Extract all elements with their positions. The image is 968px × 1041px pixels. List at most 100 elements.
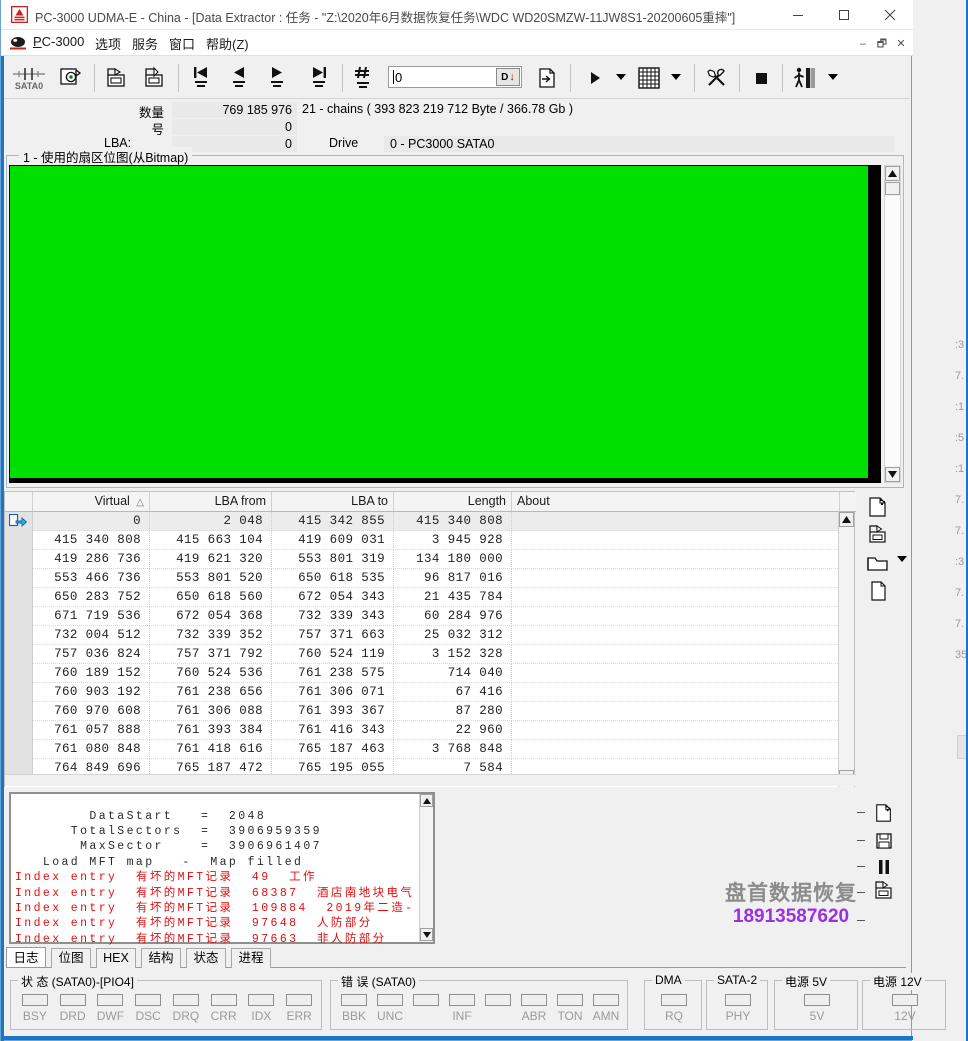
log-new-icon[interactable] bbox=[869, 800, 899, 826]
menu-item-help[interactable]: 帮助(Z) bbox=[206, 34, 249, 52]
blank-page-icon[interactable] bbox=[863, 577, 893, 605]
table-row[interactable]: 732 004 512 732 339 352 757 371 663 25 032 … bbox=[5, 626, 840, 645]
row-gutter[interactable] bbox=[5, 645, 33, 664]
table-row[interactable]: 671 719 536 672 054 368 732 339 343 60 284 … bbox=[5, 607, 840, 626]
table-side-toolbar[interactable] bbox=[859, 491, 909, 611]
table-row[interactable]: 760 903 192 761 238 656 761 306 071 67 416 bbox=[5, 683, 840, 702]
log-panel[interactable]: DataStart = 2048 TotalSectors = 39069593… bbox=[9, 792, 435, 946]
table-row[interactable]: 757 036 824 757 371 792 760 524 119 3 152 3… bbox=[5, 645, 840, 664]
sector-map-table[interactable]: Virtual △ LBA from LBA to Length About 0… bbox=[4, 491, 856, 787]
prev-sector-icon[interactable] bbox=[224, 61, 254, 95]
row-gutter[interactable] bbox=[5, 664, 33, 683]
bitmap-scroll-thumb[interactable] bbox=[885, 182, 900, 195]
drive-settings-icon[interactable] bbox=[54, 61, 86, 95]
sector-bitmap-canvas[interactable] bbox=[9, 165, 881, 483]
table-header-row[interactable]: Virtual △ LBA from LBA to Length About bbox=[5, 492, 856, 512]
first-sector-icon[interactable] bbox=[186, 61, 216, 95]
next-sector-icon[interactable] bbox=[262, 61, 292, 95]
row-gutter[interactable] bbox=[5, 569, 33, 588]
table-horizontal-scrollbar[interactable] bbox=[5, 774, 856, 786]
task-dropdown-icon[interactable] bbox=[828, 74, 838, 80]
row-gutter[interactable] bbox=[5, 512, 33, 531]
open-map-icon[interactable] bbox=[863, 549, 893, 577]
run-dropdown-icon[interactable] bbox=[616, 74, 626, 80]
table-row[interactable]: 419 286 736 419 621 320 553 801 319 134 180… bbox=[5, 550, 840, 569]
mdi-close-button[interactable]: ✕ bbox=[893, 37, 909, 50]
bitmap-scroll-up-icon[interactable] bbox=[885, 166, 900, 181]
window-close-button[interactable] bbox=[867, 0, 913, 30]
log-vertical-scrollbar[interactable] bbox=[419, 794, 433, 942]
menu-item-options[interactable]: 选项 bbox=[95, 34, 121, 52]
tab-4[interactable]: 状态 bbox=[186, 948, 226, 968]
grid-icon[interactable] bbox=[634, 61, 664, 95]
table-vertical-scrollbar[interactable] bbox=[838, 512, 854, 787]
bitmap-vertical-scrollbar[interactable] bbox=[884, 165, 901, 483]
menu-item-window[interactable]: 窗口 bbox=[169, 34, 195, 52]
table-scroll-up-icon[interactable] bbox=[839, 512, 854, 527]
table-row[interactable]: 02 048 415 342 855 415 340 808 bbox=[5, 512, 840, 531]
column-header-lba-to[interactable]: LBA to bbox=[272, 492, 394, 511]
row-gutter[interactable] bbox=[5, 683, 33, 702]
table-row[interactable]: 761 080 848 761 418 616 765 187 463 3 768 8… bbox=[5, 740, 840, 759]
tools-icon[interactable] bbox=[702, 61, 732, 95]
window-minimize-button[interactable] bbox=[775, 0, 821, 30]
bottom-tab-bar[interactable]: 日志 位图 HEX 结构 状态 进程 bbox=[6, 947, 906, 968]
row-gutter[interactable] bbox=[5, 531, 33, 550]
table-row[interactable]: 761 057 888 761 393 384 761 416 343 22 960 bbox=[5, 721, 840, 740]
bitmap-scroll-track[interactable] bbox=[885, 196, 900, 466]
row-gutter[interactable] bbox=[5, 740, 33, 759]
row-gutter[interactable] bbox=[5, 607, 33, 626]
background-window[interactable]: :3 7.:1:5:1 7. 7.:3 7. 7. 35 bbox=[908, 0, 968, 1041]
table-row[interactable]: 415 340 808 415 663 104 419 609 031 3 945 9… bbox=[5, 531, 840, 550]
goto-sector-icon[interactable] bbox=[348, 61, 378, 95]
main-toolbar[interactable]: SATA0 0 D ↓ bbox=[4, 57, 910, 99]
tab-3[interactable]: 结构 bbox=[141, 948, 181, 968]
save-map-as-icon[interactable] bbox=[138, 61, 170, 95]
tab-2[interactable]: HEX bbox=[96, 948, 136, 968]
log-export-icon[interactable] bbox=[869, 878, 899, 904]
column-header-about[interactable]: About bbox=[512, 492, 840, 511]
row-gutter[interactable] bbox=[5, 550, 33, 569]
table-row[interactable]: 650 283 752 650 618 560 672 054 343 21 435 … bbox=[5, 588, 840, 607]
sector-dec-hex-button[interactable]: D ↓ bbox=[496, 68, 520, 86]
task-icon[interactable] bbox=[790, 61, 822, 95]
row-gutter[interactable] bbox=[5, 702, 33, 721]
tab-0[interactable]: 日志 bbox=[6, 947, 46, 968]
table-row[interactable]: 760 189 152 760 524 536 761 238 575 714 040 bbox=[5, 664, 840, 683]
mdi-window-buttons[interactable]: – 🗗 ✕ bbox=[855, 35, 909, 54]
table-row[interactable]: 553 466 736 553 801 520 650 618 535 96 817 … bbox=[5, 569, 840, 588]
log-scroll-down-icon[interactable] bbox=[420, 928, 433, 941]
bitmap-scroll-down-icon[interactable] bbox=[885, 467, 900, 482]
open-map-dropdown-icon[interactable] bbox=[897, 556, 907, 562]
table-row[interactable]: 760 970 608 761 306 088 761 393 367 87 280 bbox=[5, 702, 840, 721]
table-body[interactable]: 02 048 415 342 855 415 340 808 415 340 808 4… bbox=[5, 512, 840, 787]
mdi-restore-button[interactable]: 🗗 bbox=[874, 35, 890, 54]
row-gutter[interactable] bbox=[5, 721, 33, 740]
mdi-minimize-button[interactable]: – bbox=[855, 38, 871, 50]
column-header-length[interactable]: Length bbox=[394, 492, 512, 511]
grid-dropdown-icon[interactable] bbox=[671, 74, 681, 80]
log-scroll-up-icon[interactable] bbox=[420, 794, 433, 807]
sector-input[interactable]: 0 D ↓ bbox=[388, 66, 522, 88]
row-gutter[interactable] bbox=[5, 626, 33, 645]
log-pause-icon[interactable] bbox=[869, 854, 899, 880]
last-sector-icon[interactable] bbox=[304, 61, 334, 95]
run-icon[interactable] bbox=[582, 61, 608, 95]
title-bar[interactable]: PC-3000 UDMA-E - China - [Data Extractor… bbox=[1, 0, 913, 30]
window-maximize-button[interactable] bbox=[821, 0, 867, 30]
export-icon[interactable] bbox=[532, 61, 562, 95]
row-gutter[interactable] bbox=[5, 588, 33, 607]
save-map-icon[interactable] bbox=[100, 61, 132, 95]
save-map-side-icon[interactable] bbox=[863, 521, 893, 549]
menu-item-service[interactable]: 服务 bbox=[132, 34, 158, 52]
log-save-icon[interactable] bbox=[869, 828, 899, 854]
menu-item-pc3000[interactable]: PC-3000 bbox=[33, 34, 84, 52]
column-header-lba-from[interactable]: LBA from bbox=[150, 492, 272, 511]
menu-bar[interactable]: PC-3000 选项 服务 窗口 帮助(Z) – 🗗 ✕ bbox=[1, 30, 913, 56]
tab-5[interactable]: 进程 bbox=[231, 948, 271, 968]
tab-1[interactable]: 位图 bbox=[51, 948, 91, 968]
column-header-virtual[interactable]: Virtual △ bbox=[33, 492, 150, 511]
new-map-icon[interactable] bbox=[863, 493, 893, 521]
stop-icon[interactable] bbox=[748, 61, 774, 95]
port-sata0-icon[interactable]: SATA0 bbox=[10, 61, 48, 95]
